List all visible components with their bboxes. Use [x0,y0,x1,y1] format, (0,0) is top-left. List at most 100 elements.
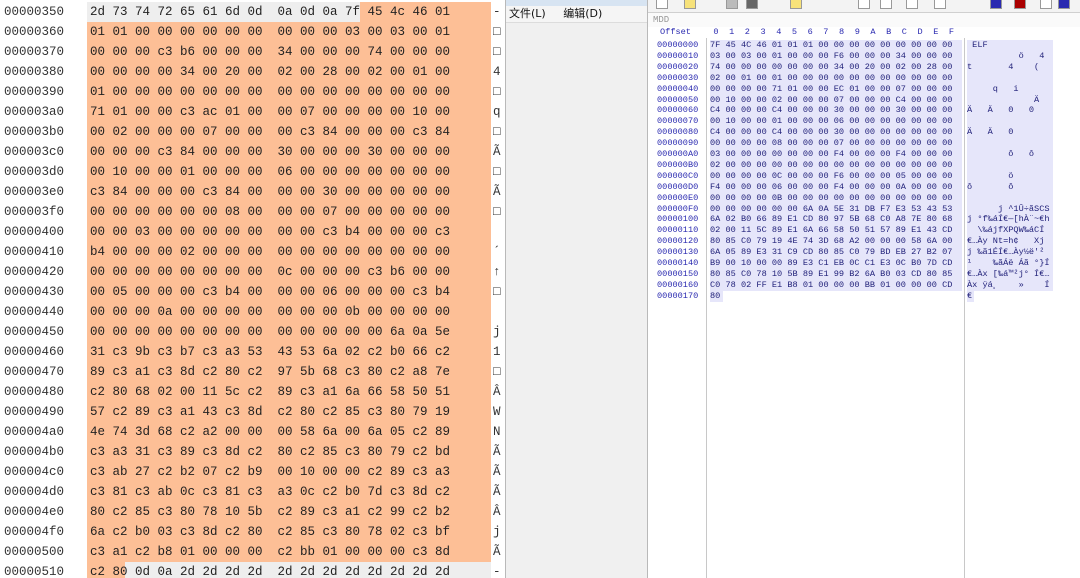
hex-row[interactable]: 00000410 b4 00 00 00 02 00 00 00 00 00 00… [0,242,505,262]
row-hex-bytes[interactable]: 00 00 00 00 34 00 20 00 02 00 28 00 02 0… [87,62,491,82]
hex-row[interactable]: 00000420 00 00 00 00 00 00 00 00 0c 00 00… [0,262,505,282]
row-hex-bytes[interactable]: 89 c3 a1 c3 8d c2 80 c2 97 5b 68 c3 80 c… [87,362,491,382]
print-icon[interactable] [726,0,738,9]
binary-icon[interactable] [990,0,1002,9]
hex-row[interactable]: 00000360 01 01 00 00 00 00 00 00 00 00 00… [0,22,505,42]
row-hex-bytes[interactable]: 00 00 00 00 00 00 00 00 00 00 00 00 00 6… [87,322,491,342]
new-file-icon[interactable] [656,0,668,9]
hex-row[interactable]: 000004b0 c3 a3 31 c3 89 c3 8d c2 80 c2 85… [0,442,505,462]
hex-row[interactable]: 000004c0 c3 ab 27 c2 b2 07 c2 b9 00 10 00… [0,462,505,482]
row-hex-bytes[interactable]: 2d 73 74 72 65 61 6d 0d 0a 0d 0a 7f 45 4… [87,2,491,22]
hex-row[interactable]: 000003d0 00 10 00 00 01 00 00 00 06 00 00… [0,162,505,182]
menu-edit[interactable]: 编辑(D) [563,7,602,20]
ascii-text[interactable]: €…Ày Nt=h¢ Xj [967,236,1053,248]
hex-bytes[interactable]: 03 00 03 00 01 00 00 00 F6 00 00 00 34 0… [710,50,962,62]
hex-row[interactable]: 00000460 31 c3 9b c3 b7 c3 a3 53 43 53 6a… [0,342,505,362]
left-hex-pane[interactable]: 00000350 2d 73 74 72 65 61 6d 0d 0a 0d 0a… [0,0,505,578]
hex-row[interactable]: 00000480 c2 80 68 02 00 11 5c c2 89 c3 a1… [0,382,505,402]
hex-bytes[interactable]: 02 00 00 00 00 00 00 00 00 00 00 00 00 0… [710,159,962,171]
row-hex-bytes[interactable]: c3 a1 c2 b8 01 00 00 00 c2 bb 01 00 00 0… [87,542,491,562]
hex-row[interactable]: 00000350 2d 73 74 72 65 61 6d 0d 0a 0d 0a… [0,2,505,22]
hex-bytes[interactable]: 02 00 11 5C 89 E1 6A 66 58 50 51 57 89 E… [710,225,962,237]
ascii-text[interactable]: ö 4 [967,50,1053,62]
ascii-text[interactable]: j ^1Û÷ãSCS [967,203,1053,215]
row-hex-bytes[interactable]: b4 00 00 00 02 00 00 00 00 00 00 00 00 0… [87,242,491,262]
row-hex-bytes[interactable]: 31 c3 9b c3 b7 c3 a3 53 43 53 6a 02 c2 b… [87,342,491,362]
ascii-text[interactable]: Ä [967,94,1053,106]
hex-row[interactable]: 000003a0 71 01 00 00 c3 ac 01 00 00 07 00… [0,102,505,122]
ascii-text[interactable] [967,138,1053,150]
ascii-text[interactable]: ELF [967,40,1053,51]
ascii-text[interactable]: ô ô [967,181,1053,193]
row-hex-bytes[interactable]: c3 81 c3 ab 0c c3 81 c3 a3 0c c2 b0 7d c… [87,482,491,502]
copy-icon[interactable] [858,0,870,9]
hex-row[interactable]: 000004f0 6a c2 b0 03 c3 8d c2 80 c2 85 c3… [0,522,505,542]
row-hex-bytes[interactable]: 00 00 00 0a 00 00 00 00 00 00 00 0b 00 0… [87,302,491,322]
hex-view[interactable]: 00000000 00000010 00000020 00000030 00000040… [648,38,1080,578]
ascii-text[interactable] [967,192,1053,204]
hex-row[interactable]: 00000430 00 05 00 00 00 c3 b4 00 00 00 06… [0,282,505,302]
hex-bytes[interactable]: 80 85 C0 78 10 5B 89 E1 99 B2 6A B0 03 C… [710,268,962,280]
row-hex-bytes[interactable]: 57 c2 89 c3 a1 43 c3 8d c2 80 c2 85 c3 8… [87,402,491,422]
hex-row[interactable]: 00000470 89 c3 a1 c3 8d c2 80 c2 97 5b 68… [0,362,505,382]
row-hex-bytes[interactable]: 00 00 00 c3 84 00 00 00 30 00 00 00 30 0… [87,142,491,162]
hex-bytes[interactable]: 00 00 00 00 00 00 6A 0A 5E 31 DB F7 E3 5… [710,203,962,215]
hex-bytes[interactable]: 00 00 00 00 08 00 00 00 07 00 00 00 00 0… [710,138,962,150]
row-hex-bytes[interactable]: 6a c2 b0 03 c3 8d c2 80 c2 85 c3 80 78 0… [87,522,491,542]
hex-bytes[interactable]: 00 00 00 00 0C 00 00 00 F6 00 00 00 05 0… [710,170,962,182]
ascii-text[interactable]: Ä Ä 0 0 [967,105,1053,117]
hex-bytes[interactable]: 00 00 00 00 0B 00 00 00 00 00 00 00 00 0… [710,192,962,204]
hex-bytes[interactable]: 6A 05 89 E3 31 C9 CD 80 85 C0 79 BD EB 2… [710,247,962,259]
ascii-text[interactable]: ô ô [967,149,1053,160]
row-hex-bytes[interactable]: 01 01 00 00 00 00 00 00 00 00 00 03 00 0… [87,22,491,42]
hex-row[interactable]: 00000510 c2 80 0d 0a 2d 2d 2d 2d 2d 2d 2d… [0,562,505,578]
save-icon[interactable] [746,0,758,9]
row-hex-bytes[interactable]: 00 05 00 00 00 c3 b4 00 00 00 06 00 00 0… [87,282,491,302]
hex-bytes[interactable]: C0 78 02 FF E1 B8 01 00 00 00 BB 01 00 0… [710,279,962,291]
hex-row[interactable]: 000003f0 00 00 00 00 00 00 08 00 00 00 07… [0,202,505,222]
hex-bytes[interactable]: F4 00 00 00 06 00 00 00 F4 00 00 00 0A 0… [710,181,962,193]
ascii-text[interactable]: ¹ ‰ãÁë Áã °}Í [967,258,1053,269]
ascii-text[interactable]: t 4 ( [967,61,1053,73]
hex-row[interactable]: 000003e0 c3 84 00 00 00 c3 84 00 00 00 30… [0,182,505,202]
hex-bytes[interactable]: 80 85 C0 79 19 4E 74 3D 68 A2 00 00 00 5… [710,236,962,248]
hex-bytes[interactable]: C4 00 00 00 C4 00 00 00 30 00 00 00 30 0… [710,105,962,117]
ascii-text[interactable]: €…Àx [‰á™²j° Í€… [967,268,1053,280]
row-hex-bytes[interactable]: 00 02 00 00 00 07 00 00 00 c3 84 00 00 0… [87,122,491,142]
hex-bytes[interactable]: 80 [710,290,723,302]
row-hex-bytes[interactable]: 00 00 03 00 00 00 00 00 00 00 c3 b4 00 0… [87,222,491,242]
hex-row[interactable]: 000004e0 80 c2 85 c3 80 78 10 5b c2 89 c3… [0,502,505,522]
hex-row[interactable]: 00000450 00 00 00 00 00 00 00 00 00 00 00… [0,322,505,342]
row-hex-bytes[interactable]: 00 10 00 00 01 00 00 00 06 00 00 00 00 0… [87,162,491,182]
ascii-text[interactable]: Ä Ä 0 [967,127,1053,139]
row-hex-bytes[interactable]: c3 a3 31 c3 89 c3 8d c2 80 c2 85 c3 80 7… [87,442,491,462]
hex-row[interactable]: 00000440 00 00 00 0a 00 00 00 00 00 00 00… [0,302,505,322]
hex-bytes[interactable]: 00 00 00 00 71 01 00 00 EC 01 00 00 07 0… [710,83,962,95]
paste-icon[interactable] [790,0,802,9]
bit-shift-right-icon[interactable] [1058,0,1070,9]
tools-icon[interactable] [1014,0,1026,9]
row-hex-bytes[interactable]: c2 80 0d 0a 2d 2d 2d 2d 2d 2d 2d 2d 2d 2… [87,562,491,578]
hex-bytes[interactable]: 00 10 00 00 01 00 00 00 06 00 00 00 00 0… [710,116,962,128]
row-hex-bytes[interactable]: 00 00 00 00 00 00 08 00 00 00 07 00 00 0… [87,202,491,222]
ascii-text[interactable]: \‰ájfXPQW‰áCÍ [967,225,1053,237]
hex-bytes[interactable]: 00 10 00 00 02 00 00 00 07 00 00 00 C4 0… [710,94,962,106]
row-hex-bytes[interactable]: c3 ab 27 c2 b2 07 c2 b9 00 10 00 00 c2 8… [87,462,491,482]
open-folder-icon[interactable] [684,0,696,9]
hex-bytes[interactable]: 03 00 00 00 00 00 00 00 F4 00 00 00 F4 0… [710,149,962,160]
hex-row[interactable]: 000003b0 00 02 00 00 00 07 00 00 00 c3 84… [0,122,505,142]
hex-bytes[interactable]: 7F 45 4C 46 01 01 01 00 00 00 00 00 00 0… [710,40,962,51]
window-alt-icon[interactable] [934,0,946,9]
hex-bytes[interactable]: B9 00 10 00 00 89 E3 C1 EB 0C C1 E3 0C B… [710,258,962,269]
ascii-text[interactable] [967,116,1053,128]
window-icon[interactable] [906,0,918,9]
menu-file[interactable]: 文件(L) [509,7,546,20]
ascii-text[interactable]: q i [967,83,1053,95]
ascii-text[interactable]: Àx ÿá¸ » Í [967,279,1053,291]
hex-row[interactable]: 000004d0 c3 81 c3 ab 0c c3 81 c3 a3 0c c2… [0,482,505,502]
hex-row[interactable]: 00000400 00 00 03 00 00 00 00 00 00 00 c3… [0,222,505,242]
ascii-text[interactable]: ö [967,170,1053,182]
ascii-text[interactable]: j ‰ã1ÉÍ€…Ày½ë'² [967,247,1053,259]
row-hex-bytes[interactable]: 4e 74 3d 68 c2 a2 00 00 00 58 6a 00 6a 0… [87,422,491,442]
ascii-text[interactable]: j °f‰áÍ€—[hÀ¨~€h [967,214,1053,226]
